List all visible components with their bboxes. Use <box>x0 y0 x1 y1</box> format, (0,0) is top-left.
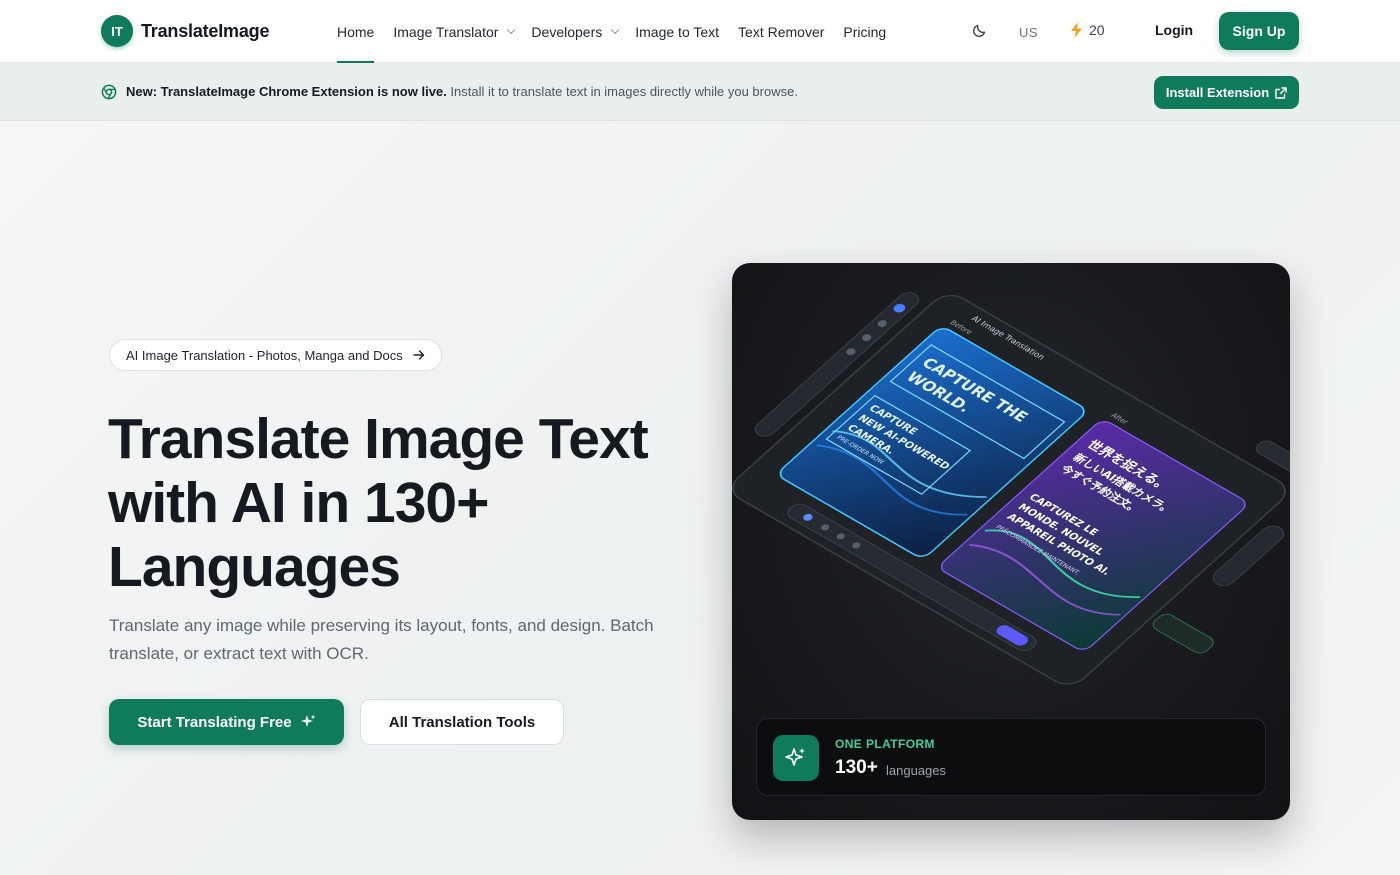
start-translating-label: Start Translating Free <box>137 713 292 731</box>
announcement-banner: New: TranslateImage Chrome Extension is … <box>0 63 1400 121</box>
nav-item-pricing[interactable]: Pricing <box>843 0 886 63</box>
platform-stat-box: ONE PLATFORM 130+ languages <box>756 718 1266 796</box>
credits-value: 20 <box>1089 22 1105 38</box>
install-extension-label: Install Extension <box>1165 85 1270 100</box>
hero-tag-pill[interactable]: AI Image Translation - Photos, Manga and… <box>109 339 442 371</box>
hero-subtitle: Translate any image while preserving its… <box>109 616 654 663</box>
stat-label: ONE PLATFORM <box>835 737 935 751</box>
nav-item-home[interactable]: Home <box>337 0 375 63</box>
announcement-text: New: TranslateImage Chrome Extension is … <box>126 84 798 99</box>
nav-item-label: Image to Text <box>635 23 720 40</box>
hero-tag-label: AI Image Translation - Photos, Manga and… <box>126 347 403 363</box>
hero-title-line: with AI in 130+ <box>108 471 489 535</box>
nav-item-label: Image Translator <box>393 23 499 40</box>
chrome-icon <box>101 84 117 100</box>
nav-item-label: Developers <box>531 23 603 40</box>
start-translating-button[interactable]: Start Translating Free <box>109 699 344 745</box>
bolt-icon <box>1071 22 1082 38</box>
nav-item-label: Text Remover <box>738 23 825 40</box>
stat-value: 130+ <box>835 757 878 778</box>
credits-counter[interactable]: 20 <box>1070 22 1105 38</box>
stat-unit: languages <box>886 763 946 778</box>
top-navigation-bar: IT TranslateImage Home Image Translator … <box>0 0 1400 63</box>
brand-logo[interactable]: IT TranslateImage <box>101 15 269 47</box>
hero-title-line: Languages <box>108 535 401 599</box>
main-nav: Home Image Translator Developers Image t… <box>337 0 905 63</box>
nav-item-label: Home <box>337 23 375 40</box>
nav-item-developers[interactable]: Developers <box>531 0 620 63</box>
all-translation-tools-button[interactable]: All Translation Tools <box>360 699 564 745</box>
product-showcase-card: CAPTURE THE WORLD. CAPTURE NEW AI-POWERE… <box>732 263 1290 820</box>
login-link[interactable]: Login <box>1155 22 1193 38</box>
nav-item-image-translator[interactable]: Image Translator <box>393 0 516 63</box>
nav-item-image-to-text[interactable]: Image to Text <box>635 0 719 63</box>
sparkles-icon <box>300 714 316 727</box>
install-extension-button[interactable]: Install Extension <box>1154 76 1299 109</box>
hero-title: Translate Image Text with AI in 130+ Lan… <box>108 407 708 599</box>
external-link-icon <box>1275 86 1287 99</box>
chevron-down-icon <box>611 25 620 34</box>
nav-item-text-remover[interactable]: Text Remover <box>738 0 824 63</box>
chevron-down-icon <box>507 25 516 34</box>
sign-up-button[interactable]: Sign Up <box>1219 12 1299 50</box>
hero-title-line: Translate Image Text <box>108 407 649 471</box>
logo-badge: IT <box>101 15 133 47</box>
brand-name: TranslateImage <box>141 20 270 41</box>
arrow-right-icon <box>413 350 424 360</box>
locale-selector[interactable]: US <box>1019 25 1038 40</box>
announcement-detail: Install it to translate text in images d… <box>450 84 798 99</box>
moon-icon[interactable] <box>972 22 988 38</box>
sparkles-icon <box>773 735 819 781</box>
announcement-headline: New: TranslateImage Chrome Extension is … <box>126 84 447 99</box>
nav-item-label: Pricing <box>843 23 887 40</box>
translation-app-illustration: CAPTURE THE WORLD. CAPTURE NEW AI-POWERE… <box>732 292 1290 685</box>
